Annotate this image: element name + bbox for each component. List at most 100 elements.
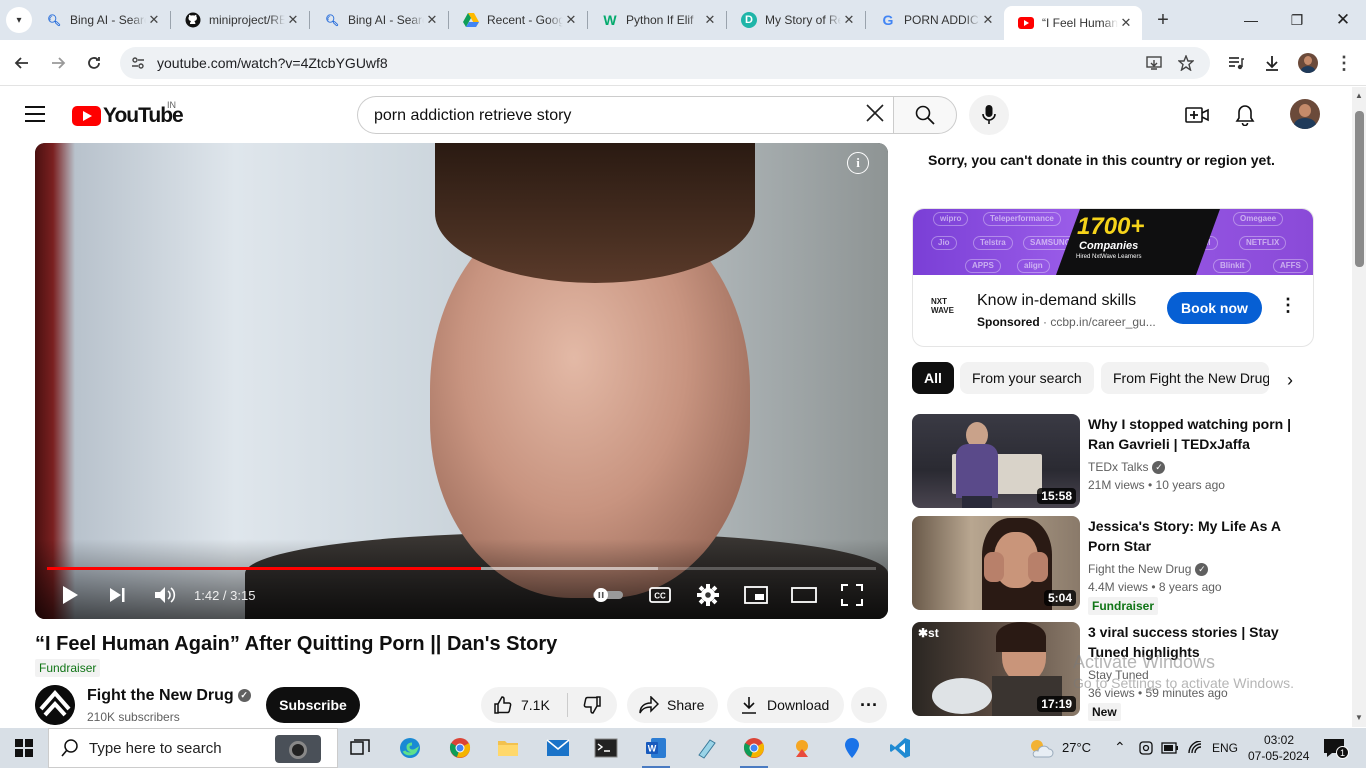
notepad-icon[interactable]	[686, 732, 726, 764]
terminal-icon[interactable]	[586, 732, 626, 764]
wifi-icon[interactable]	[1184, 732, 1208, 764]
close-tab-icon[interactable]: ✕	[841, 12, 857, 28]
pinned-app-icon[interactable]	[832, 732, 872, 764]
paint-app-icon[interactable]	[782, 732, 822, 764]
video-player[interactable]: i 1:42 / 3:15 CC	[35, 143, 888, 619]
close-tab-icon[interactable]: ✕	[424, 12, 440, 28]
nxtwave-logo[interactable]: NXT WAVE	[931, 297, 965, 319]
close-window-button[interactable]: ✕	[1320, 0, 1366, 40]
more-actions-button[interactable]: ···	[851, 687, 887, 723]
notifications-bell-icon[interactable]	[1232, 102, 1258, 128]
autoplay-toggle[interactable]	[591, 581, 625, 609]
channel-name-text[interactable]: Fight the New Drug	[1088, 562, 1191, 576]
close-tab-icon[interactable]: ✕	[1118, 15, 1134, 31]
downloads-icon[interactable]	[1258, 49, 1286, 77]
clock-date[interactable]: 07-05-2024	[1248, 749, 1309, 763]
edge-browser-icon[interactable]	[390, 732, 430, 764]
browser-tab-5[interactable]: W Python If Elif ✕	[588, 0, 726, 40]
voice-search-button[interactable]	[969, 95, 1009, 135]
clock-time[interactable]: 03:02	[1264, 733, 1294, 747]
windows-start-icon[interactable]	[4, 732, 44, 764]
ad-headline[interactable]: Know in-demand skills	[977, 292, 1136, 310]
share-button[interactable]: Share	[627, 687, 718, 723]
vscode-icon[interactable]	[880, 732, 920, 764]
channel-name[interactable]: Fight the New Drug ✓	[87, 687, 251, 705]
media-control-icon[interactable]	[1222, 49, 1250, 77]
user-avatar[interactable]	[1290, 99, 1320, 129]
clear-search-icon[interactable]	[862, 102, 888, 128]
fullscreen-button[interactable]	[839, 581, 865, 609]
page-scrollbar[interactable]: ▲ ▼	[1352, 87, 1366, 727]
video-thumbnail[interactable]: 15:58	[912, 414, 1080, 508]
browser-tab-6[interactable]: D My Story of Recovery ✕	[727, 0, 865, 40]
browser-tab-1[interactable]: 🔍︎ Bing AI - Search ✕	[32, 0, 170, 40]
info-card-icon[interactable]: i	[847, 152, 869, 174]
install-app-icon[interactable]	[1144, 53, 1164, 73]
browser-tab-8-active[interactable]: “I Feel Human Again” ✕	[1004, 6, 1142, 40]
browser-tab-4[interactable]: Recent - Google Drive ✕	[449, 0, 587, 40]
play-button[interactable]	[59, 581, 81, 609]
search-button[interactable]	[893, 96, 957, 134]
recommended-video[interactable]: 5:04 Jessica's Story: My Life As A Porn …	[912, 516, 1332, 615]
close-tab-icon[interactable]: ✕	[146, 12, 162, 28]
channel-avatar[interactable]	[35, 685, 75, 725]
theater-mode-button[interactable]	[791, 581, 817, 609]
fundraiser-badge[interactable]: Fundraiser	[35, 659, 101, 677]
mail-icon[interactable]	[538, 732, 578, 764]
forward-button[interactable]	[44, 49, 72, 77]
browser-tab-2[interactable]: miniproject/README ✕	[171, 0, 309, 40]
browser-tab-7[interactable]: G PORN ADDICTION ✕	[866, 0, 1004, 40]
chevron-up-icon[interactable]: ⌃	[1114, 739, 1126, 756]
tab-search-button[interactable]: ▾	[6, 7, 32, 33]
ad-banner-image[interactable]: wipro Teleperformance hp Omegaee Jio Tel…	[913, 209, 1313, 275]
reload-button[interactable]	[80, 49, 108, 77]
download-button[interactable]: Download	[727, 687, 844, 723]
video-title[interactable]: Why I stopped watching porn | Ran Gavrie…	[1088, 414, 1298, 454]
create-video-icon[interactable]	[1184, 102, 1210, 128]
chip-from-channel[interactable]: From Fight the New Drug	[1101, 362, 1269, 394]
browser-tab-3[interactable]: 🔍︎ Bing AI - Search ✕	[310, 0, 448, 40]
battery-icon[interactable]	[1158, 732, 1182, 764]
url-text[interactable]: youtube.com/watch?v=4ZtcbYGUwf8	[157, 55, 388, 71]
address-bar[interactable]: youtube.com/watch?v=4ZtcbYGUwf8	[120, 47, 1210, 79]
video-thumbnail[interactable]: 5:04	[912, 516, 1080, 610]
progress-bar[interactable]	[47, 567, 876, 570]
subtitles-button[interactable]: CC	[647, 581, 673, 609]
close-tab-icon[interactable]: ✕	[980, 12, 996, 28]
language-indicator[interactable]: ENG	[1212, 741, 1238, 755]
taskbar-search-box[interactable]: Type here to search	[48, 728, 338, 768]
video-title[interactable]: Jessica's Story: My Life As A Porn Star	[1088, 516, 1298, 556]
sponsored-ad-card[interactable]: wipro Teleperformance hp Omegaee Jio Tel…	[912, 208, 1314, 347]
chip-from-your-search[interactable]: From your search	[960, 362, 1094, 394]
dislike-button[interactable]	[568, 687, 616, 723]
close-tab-icon[interactable]: ✕	[563, 12, 579, 28]
like-button[interactable]: 7.1K	[481, 687, 567, 723]
chrome-icon[interactable]	[440, 732, 480, 764]
word-icon[interactable]: W	[636, 732, 676, 768]
channel-name-text[interactable]: Fight the New Drug	[87, 687, 234, 704]
chip-all[interactable]: All	[912, 362, 954, 394]
site-settings-icon[interactable]	[128, 53, 148, 73]
restore-button[interactable]: ❐	[1274, 0, 1320, 40]
profile-avatar-icon[interactable]	[1294, 49, 1322, 77]
scroll-down-icon[interactable]: ▼	[1355, 713, 1363, 722]
miniplayer-button[interactable]	[743, 581, 769, 609]
menu-hamburger-icon[interactable]	[25, 106, 45, 122]
volume-button[interactable]	[151, 581, 179, 609]
video-thumbnail[interactable]: ✱st 17:19	[912, 622, 1080, 716]
next-video-button[interactable]	[105, 581, 129, 609]
weather-icon[interactable]	[1020, 732, 1060, 764]
chevron-right-icon[interactable]: ›	[1276, 366, 1304, 394]
scroll-up-icon[interactable]: ▲	[1355, 91, 1363, 100]
chrome-active-icon[interactable]	[734, 732, 774, 768]
minimize-button[interactable]: —	[1228, 0, 1274, 40]
channel-name[interactable]: Fight the New Drug ✓	[1088, 562, 1209, 577]
notification-center-icon[interactable]: 1	[1314, 732, 1354, 764]
weather-temperature[interactable]: 27°C	[1062, 740, 1091, 755]
scrollbar-thumb[interactable]	[1355, 111, 1364, 267]
fundraiser-badge[interactable]: Fundraiser	[1088, 597, 1159, 615]
book-now-button[interactable]: Book now	[1167, 292, 1262, 324]
browser-menu-icon[interactable]: ⋮	[1330, 49, 1358, 77]
close-tab-icon[interactable]: ✕	[285, 12, 301, 28]
recommended-video[interactable]: 15:58 Why I stopped watching porn | Ran …	[912, 414, 1332, 510]
